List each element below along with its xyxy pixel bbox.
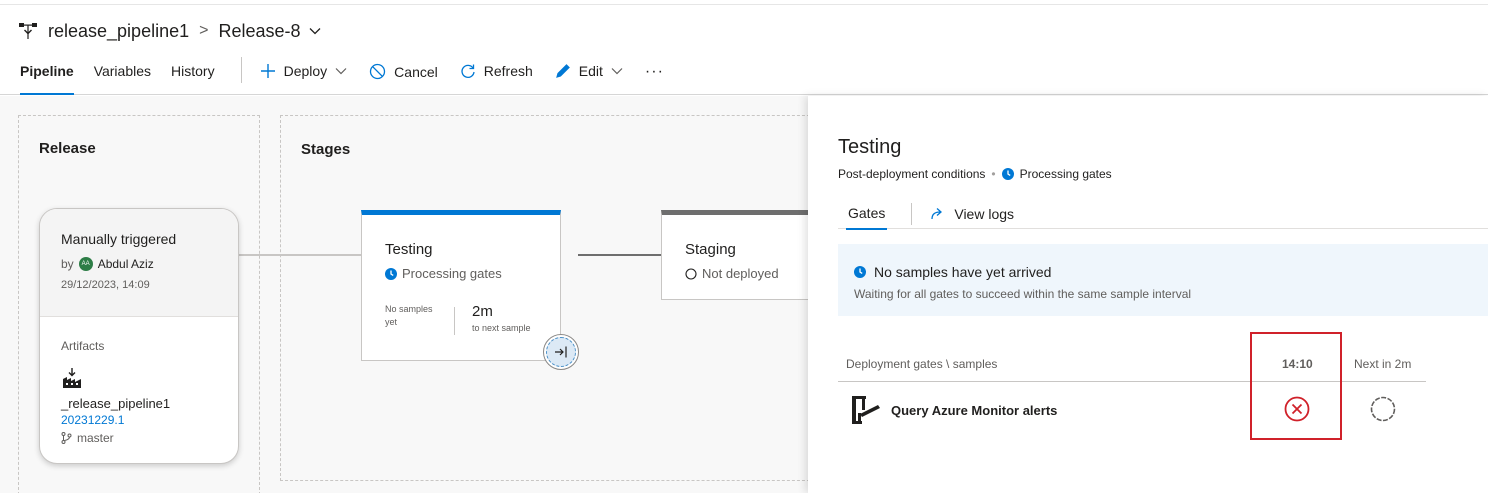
plus-icon	[260, 64, 275, 78]
release-trigger-card[interactable]: Manually triggered by AA Abdul Aziz 29/1…	[39, 208, 239, 464]
artifact-branch: master	[61, 431, 238, 445]
gate-exit-icon	[555, 346, 567, 358]
next-sample-header: Next in 2m	[1354, 357, 1412, 371]
stage-status-text: Not deployed	[702, 266, 779, 281]
subtitle-status: Processing gates	[1019, 167, 1112, 181]
info-description: Waiting for all gates to succeed within …	[854, 287, 1192, 301]
artifact-name: _release_pipeline1	[61, 396, 171, 411]
chevron-down-icon	[335, 68, 347, 75]
edit-label: Edit	[578, 63, 603, 79]
gate-icon	[852, 396, 880, 424]
cancel-button[interactable]: Cancel	[369, 57, 438, 80]
next-sample-label: to next sample	[472, 323, 531, 333]
more-actions-button[interactable]: ···	[645, 57, 664, 81]
stage-status: Not deployed	[685, 266, 779, 281]
tab-gates[interactable]: Gates	[838, 199, 895, 230]
processing-icon	[385, 267, 397, 280]
pipeline-canvas: Release Stages Manually triggered by AA …	[0, 96, 821, 493]
connector-release-testing	[239, 254, 361, 256]
connector-testing-staging	[578, 254, 661, 256]
chevron-down-icon	[611, 68, 623, 75]
view-logs-button[interactable]: View logs	[930, 206, 1014, 222]
toolbar-divider	[240, 57, 242, 83]
panel-subtitle: Post-deployment conditions • Processing …	[838, 167, 1112, 181]
build-artifact-icon	[63, 368, 81, 388]
tab-history[interactable]: History	[171, 57, 215, 95]
branch-icon	[61, 432, 72, 444]
chevron-down-icon[interactable]	[309, 27, 321, 35]
trigger-author-row: by AA Abdul Aziz	[61, 257, 238, 271]
stages-section-title: Stages	[301, 141, 351, 158]
artifacts-info: Artifacts _release_pipeline1 20231229.1 …	[40, 317, 238, 445]
trigger-title: Manually triggered	[61, 231, 177, 247]
stage-name: Testing	[385, 241, 433, 258]
panel-tab-divider	[911, 202, 913, 225]
refresh-label: Refresh	[483, 63, 533, 79]
by-label: by	[61, 257, 74, 271]
cancel-icon	[370, 63, 386, 80]
gate-indicator	[546, 337, 576, 367]
breadcrumb-separator: >	[199, 22, 209, 39]
trigger-author: Abdul Aziz	[97, 257, 154, 271]
stage-status-text: Processing gates	[402, 266, 502, 281]
gates-header-label: Deployment gates \ samples	[846, 357, 998, 371]
samples-text: No samples yet	[385, 304, 433, 327]
release-section-title: Release	[39, 140, 96, 157]
deploy-button[interactable]: Deploy	[260, 57, 348, 79]
refresh-button[interactable]: Refresh	[460, 57, 533, 79]
trigger-date: 29/12/2023, 14:09	[61, 279, 150, 291]
processing-icon	[854, 266, 866, 278]
pipeline-icon	[19, 23, 37, 39]
trigger-info: Manually triggered by AA Abdul Aziz 29/1…	[40, 209, 238, 317]
not-deployed-icon	[685, 267, 697, 280]
breadcrumb: release_pipeline1 > Release-8	[18, 19, 321, 43]
stage-details-panel: Testing Post-deployment conditions • Pro…	[808, 96, 1488, 493]
top-tabs: Pipeline Variables History Deploy Cancel	[20, 57, 686, 95]
info-title-row: No samples have yet arrived	[854, 264, 1488, 280]
page-header: release_pipeline1 > Release-8 Pipeline V…	[0, 5, 1488, 95]
stage-status: Processing gates	[385, 266, 502, 281]
subtitle-dot: •	[991, 167, 996, 181]
tab-pipeline[interactable]: Pipeline	[20, 57, 74, 95]
panel-title: Testing	[838, 136, 902, 158]
artifact-version-link[interactable]: 20231229.1	[61, 413, 238, 427]
spinner-icon	[1370, 396, 1396, 422]
pipeline-name-link[interactable]: release_pipeline1	[48, 21, 189, 42]
tab-variables[interactable]: Variables	[94, 57, 151, 95]
stage-divider	[454, 307, 455, 335]
refresh-icon	[461, 64, 475, 78]
stage-card-staging[interactable]: Staging Not deployed	[661, 210, 821, 300]
artifacts-label: Artifacts	[61, 339, 105, 353]
post-deployment-gate-button[interactable]	[543, 334, 579, 370]
deploy-label: Deploy	[283, 63, 328, 79]
pencil-icon	[555, 64, 570, 78]
condition-label: Post-deployment conditions	[838, 167, 986, 181]
next-sample-value: 2m	[472, 303, 493, 320]
cancel-label: Cancel	[394, 63, 438, 80]
view-logs-label: View logs	[954, 205, 1015, 222]
highlight-box	[1250, 332, 1342, 440]
gate-name[interactable]: Query Azure Monitor alerts	[891, 403, 1057, 418]
info-title: No samples have yet arrived	[874, 264, 1052, 280]
stage-name: Staging	[685, 241, 736, 258]
share-arrow-icon	[931, 207, 943, 219]
stage-card-testing[interactable]: Testing Processing gates No samples yet …	[361, 210, 561, 361]
panel-tabs: Gates View logs	[838, 199, 1488, 230]
edit-button[interactable]: Edit	[555, 57, 623, 79]
processing-icon	[1001, 168, 1014, 180]
info-message: No samples have yet arrived Waiting for …	[838, 244, 1488, 316]
avatar: AA	[78, 257, 93, 271]
branch-name: master	[77, 431, 114, 445]
release-name-dropdown[interactable]: Release-8	[218, 21, 300, 42]
